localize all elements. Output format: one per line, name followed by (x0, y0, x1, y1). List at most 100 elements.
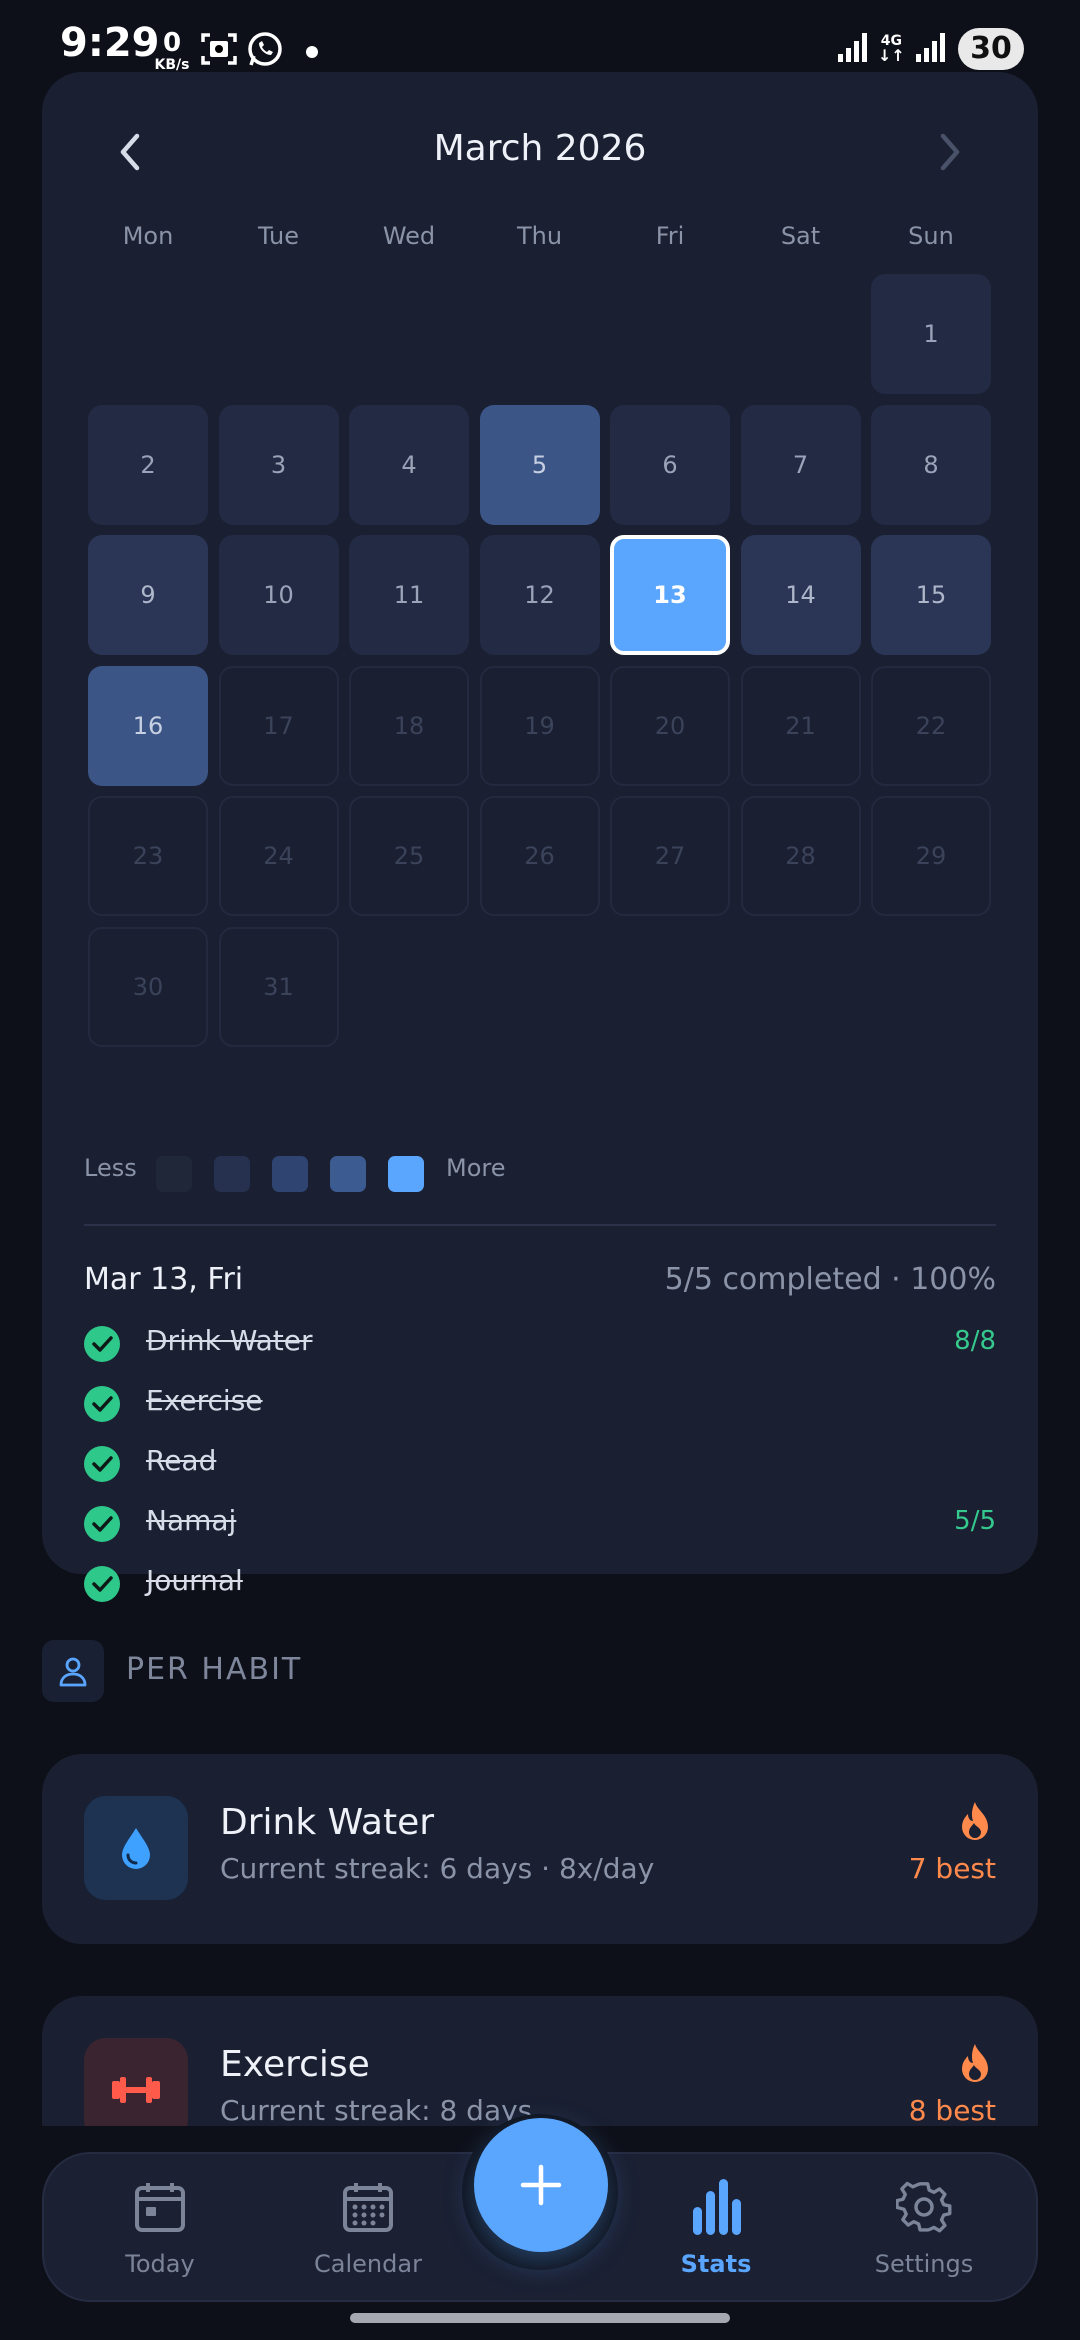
calendar-day[interactable]: 24 (218, 796, 339, 916)
day-habit-name: Namaj (146, 1504, 237, 1537)
home-indicator[interactable] (350, 2313, 730, 2323)
calendar-day[interactable]: 12 (479, 535, 600, 655)
calendar-day[interactable]: 13 (610, 535, 730, 655)
calendar-day[interactable]: 5 (479, 404, 600, 525)
check-icon (84, 1326, 120, 1362)
nav-settings[interactable]: Settings (844, 2176, 1004, 2278)
calendar-day[interactable]: 16 (88, 665, 208, 786)
calendar-day[interactable]: 19 (479, 665, 600, 786)
net-speed-value: 0 (162, 28, 182, 58)
day-habit-name: Read (146, 1444, 217, 1477)
whatsapp-icon (246, 30, 284, 72)
calendar-day[interactable]: 22 (871, 665, 991, 786)
calendar-grid-icon (288, 2176, 448, 2238)
nav-today-label: Today (125, 2250, 195, 2278)
nav-calendar-label: Calendar (314, 2250, 422, 2278)
completion-summary: 5/5 completed · 100% (664, 1262, 996, 1297)
selected-date: Mar 13, Fri (84, 1262, 244, 1297)
status-time: 9:29 (60, 20, 160, 66)
notification-dot (306, 46, 318, 58)
battery-indicator: 30 (958, 28, 1024, 70)
net-speed-unit: KB/s (154, 57, 190, 73)
legend-less-label: Less (84, 1154, 137, 1182)
calendar-day[interactable]: 30 (88, 926, 208, 1047)
flame-icon (958, 1800, 992, 1848)
calendar-day[interactable]: 8 (871, 404, 991, 525)
legend-swatch (214, 1156, 250, 1192)
habit-title: Exercise (220, 2044, 370, 2085)
calendar-day[interactable]: 7 (740, 404, 861, 525)
calendar-day[interactable]: 23 (88, 796, 208, 916)
gear-icon (844, 2176, 1004, 2238)
screenshot-icon (200, 30, 238, 72)
legend-swatch (156, 1156, 192, 1192)
signal-icon (836, 30, 870, 68)
check-icon (84, 1506, 120, 1542)
calendar-day[interactable]: 14 (740, 535, 861, 655)
calendar-day[interactable]: 17 (218, 665, 339, 786)
calendar-day[interactable]: 29 (871, 796, 991, 916)
nav-today[interactable]: Today (80, 2176, 240, 2278)
habit-streak: Current streak: 6 days · 8x/day (220, 1852, 655, 1885)
day-habit-row[interactable]: Journal (84, 1562, 996, 1606)
day-habit-name: Exercise (146, 1384, 263, 1417)
calendar-day[interactable]: 21 (740, 665, 861, 786)
nav-stats[interactable]: Stats (636, 2176, 796, 2278)
day-habit-row[interactable]: Namaj 5/5 (84, 1502, 996, 1546)
day-habit-count: 5/5 (954, 1506, 996, 1536)
legend-swatch (388, 1156, 424, 1192)
calendar-day[interactable]: 18 (349, 665, 469, 786)
plus-icon (520, 2164, 562, 2206)
divider (84, 1224, 996, 1226)
day-habit-row[interactable]: Read (84, 1442, 996, 1486)
legend-swatch (330, 1156, 366, 1192)
day-habit-row[interactable]: Drink Water 8/8 (84, 1322, 996, 1366)
signal-icon-2 (914, 30, 948, 68)
habit-best-streak: 8 best (908, 2094, 996, 2127)
habit-title: Drink Water (220, 1802, 435, 1843)
stats-screen: 9:29 0 KB/s 4G ↓↑ 30 March 2026 Mon Tue … (0, 0, 1080, 2340)
day-habit-name: Journal (146, 1564, 243, 1597)
person-icon (59, 1657, 87, 1687)
check-icon (84, 1566, 120, 1602)
nav-settings-label: Settings (874, 2250, 974, 2278)
section-icon (42, 1640, 104, 1702)
calendar-day[interactable]: 2 (88, 404, 208, 525)
calendar-day[interactable]: 6 (610, 404, 730, 525)
habit-best-streak: 7 best (908, 1852, 996, 1885)
calendar-day[interactable]: 26 (479, 796, 600, 916)
calendar-day[interactable]: 9 (88, 535, 208, 655)
section-title: PER HABIT (126, 1652, 303, 1687)
network-type: 4G ↓↑ (878, 33, 905, 65)
calendar-day[interactable]: 25 (349, 796, 469, 916)
day-habit-count: 8/8 (954, 1326, 996, 1356)
legend-more-label: More (446, 1154, 506, 1182)
calendar-day[interactable]: 11 (349, 535, 469, 655)
habit-stat-card[interactable]: Drink Water Current streak: 6 days · 8x/… (42, 1754, 1038, 1944)
legend-swatch (272, 1156, 308, 1192)
nav-stats-label: Stats (680, 2250, 752, 2278)
calendar-day[interactable]: 1 (871, 274, 991, 394)
status-bar: 9:29 0 KB/s 4G ↓↑ 30 (0, 0, 1080, 100)
calendar-day[interactable]: 20 (610, 665, 730, 786)
calendar-day[interactable]: 4 (349, 404, 469, 525)
flame-icon (958, 2042, 992, 2090)
check-icon (84, 1386, 120, 1422)
calendar-day[interactable]: 15 (871, 535, 991, 655)
habit-streak: Current streak: 8 days (220, 2094, 533, 2127)
calendar-day[interactable]: 10 (218, 535, 339, 655)
calendar-day[interactable]: 27 (610, 796, 730, 916)
calendar-day[interactable]: 28 (740, 796, 861, 916)
net-speed: 0 KB/s (150, 30, 194, 72)
nav-calendar[interactable]: Calendar (288, 2176, 448, 2278)
check-icon (84, 1446, 120, 1482)
water-drop-icon (84, 1796, 188, 1900)
day-habit-name: Drink Water (146, 1324, 313, 1357)
add-habit-button[interactable] (474, 2118, 608, 2252)
calendar-day[interactable]: 3 (218, 404, 339, 525)
calendar-day-icon (80, 2176, 240, 2238)
day-habit-row[interactable]: Exercise (84, 1382, 996, 1426)
calendar-card: March 2026 Mon Tue Wed Thu Fri Sat Sun 1234567… (42, 72, 1038, 1602)
calendar-day[interactable]: 31 (218, 926, 339, 1047)
bar-chart-icon (636, 2176, 796, 2238)
